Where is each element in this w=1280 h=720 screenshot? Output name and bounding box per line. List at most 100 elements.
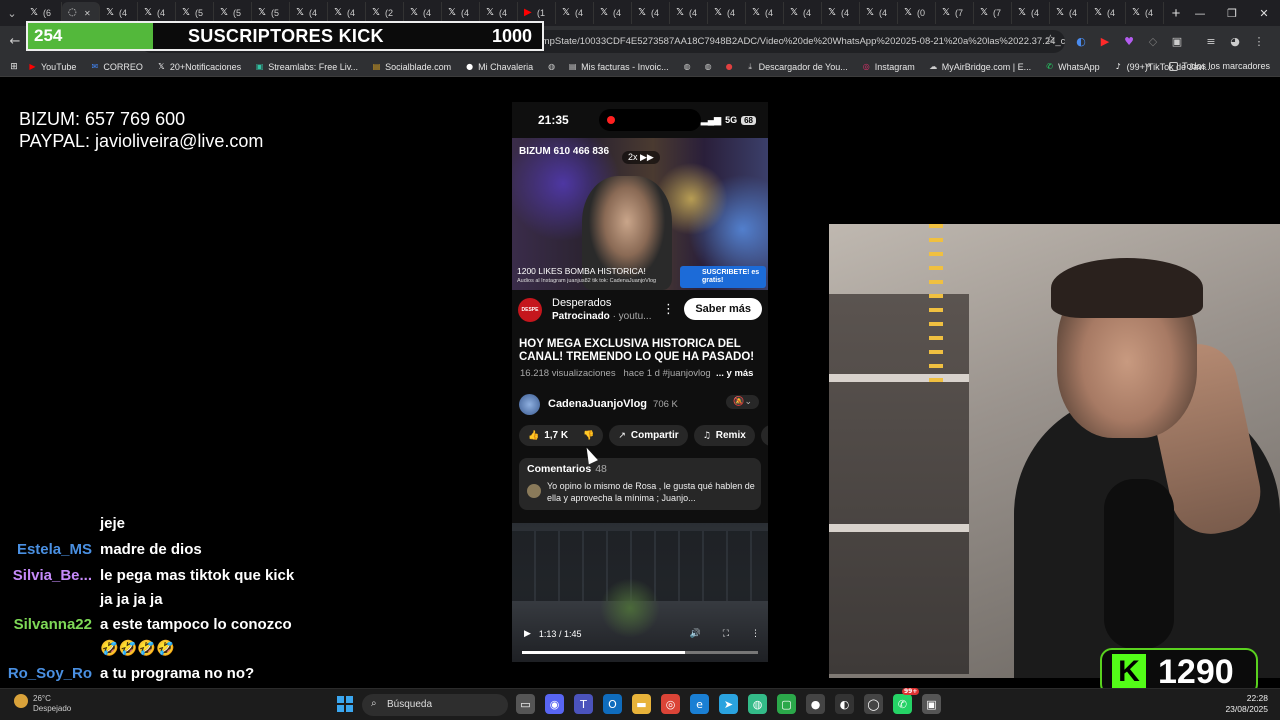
app-icon[interactable]: ▣: [922, 694, 941, 714]
bookmark-item[interactable]: ◍: [547, 62, 560, 72]
edge-icon[interactable]: e: [690, 694, 709, 714]
learn-more-button[interactable]: Saber más: [684, 298, 762, 320]
reading-list-icon[interactable]: ≡: [1202, 30, 1220, 52]
x-icon: 𝕏: [296, 7, 305, 18]
x-icon: 𝕏: [866, 7, 875, 18]
sponsored-label: Patrocinado: [552, 311, 610, 322]
browser-tab[interactable]: 𝕏 (4: [556, 2, 594, 24]
close-icon[interactable]: ✕: [1248, 0, 1280, 26]
all-bookmarks-folder[interactable]: Todos los marcadores: [1168, 61, 1270, 71]
outlook-icon[interactable]: O: [603, 694, 622, 714]
extension-heart-icon[interactable]: ♥: [1120, 30, 1138, 52]
teams-icon[interactable]: T: [574, 694, 593, 714]
browser-tab[interactable]: 𝕏 (4: [784, 2, 822, 24]
browser-tab[interactable]: 𝕏 (4: [708, 2, 746, 24]
bookmark-item[interactable]: ◍: [704, 62, 717, 72]
browser-tab[interactable]: 𝕏 (7: [974, 2, 1012, 24]
bookmark-item[interactable]: 𝕏 20+Notificaciones: [157, 62, 241, 72]
close-tab-icon[interactable]: ✕: [84, 9, 91, 18]
telegram-icon[interactable]: ➤: [719, 694, 738, 714]
share-button[interactable]: ↗ Compartir: [609, 425, 688, 446]
chat-username[interactable]: Estela_MS: [17, 538, 92, 562]
bookmark-item[interactable]: ◎ Instagram: [862, 62, 915, 72]
thumbs-up-icon[interactable]: 👍: [528, 431, 539, 441]
browser-tab[interactable]: 𝕏 (4: [594, 2, 632, 24]
player-more-icon[interactable]: ⋮: [751, 629, 760, 639]
taskbar-search[interactable]: ⌕ Búsqueda: [362, 694, 508, 716]
back-icon[interactable]: ←: [4, 34, 26, 49]
notifications-bell-icon[interactable]: 🔕⌄: [726, 395, 759, 409]
chat-username[interactable]: Silvanna22: [14, 613, 92, 637]
extension-icon[interactable]: ◐: [1072, 30, 1090, 52]
bookmark-item[interactable]: ✉ CORREO: [90, 62, 143, 72]
advertiser-name: Desperados: [552, 297, 612, 309]
bookmark-item[interactable]: ● Mi Chavaleria: [465, 62, 533, 72]
discord-icon[interactable]: ◉: [545, 694, 564, 714]
weather-widget[interactable]: 26°C Despejado: [14, 694, 71, 714]
minimize-icon[interactable]: —: [1184, 0, 1216, 26]
channel-name[interactable]: CadenaJuanjoVlog: [548, 398, 647, 410]
chat-username[interactable]: Ro_Soy_Ro: [8, 662, 92, 686]
app-icon[interactable]: ◐: [835, 694, 854, 714]
task-view-icon[interactable]: ▭: [516, 694, 535, 714]
youtube-extension-icon[interactable]: ▶: [1096, 30, 1114, 52]
chrome-icon[interactable]: ◎: [661, 694, 680, 714]
like-dislike-button[interactable]: 👍 1,7 K 👎: [519, 425, 604, 446]
download-button[interactable]: ⤓ D: [760, 425, 768, 446]
kick-count: 1290: [1158, 652, 1234, 691]
browser-tab[interactable]: 𝕏 (7: [936, 2, 974, 24]
whatsapp-icon[interactable]: ✆ 99+: [893, 688, 920, 714]
app-icon[interactable]: ◯: [864, 694, 883, 714]
bookmark-item[interactable]: ✆ WhatsApp: [1045, 62, 1099, 72]
puzzle-icon[interactable]: ▣: [1168, 30, 1186, 52]
browser-tab[interactable]: 𝕏 (4: [822, 2, 860, 24]
windows-start-icon[interactable]: [337, 696, 353, 712]
instagram-icon: ◎: [862, 62, 870, 71]
bookmark-item[interactable]: ●: [725, 62, 738, 72]
bookmark-item[interactable]: ◍: [683, 62, 696, 72]
file-explorer-icon[interactable]: ▬: [632, 694, 651, 714]
browser-tab[interactable]: 𝕏 (4: [1088, 2, 1126, 24]
browser-tab[interactable]: 𝕏 (4: [670, 2, 708, 24]
bookmark-item[interactable]: ▣ Streamlabs: Free Liv...: [255, 62, 358, 72]
channel-avatar[interactable]: [519, 393, 540, 415]
thumbs-down-icon[interactable]: 👎: [583, 431, 594, 441]
browser-tab[interactable]: 𝕏 (4: [1050, 2, 1088, 24]
tab-search-icon[interactable]: ⌄: [0, 0, 24, 26]
chat-username[interactable]: Silvia_Be...: [13, 564, 92, 588]
app-icon[interactable]: ▢: [777, 694, 796, 714]
browser-tab[interactable]: 𝕏 (4: [1012, 2, 1050, 24]
browser-tab[interactable]: 𝕏 (4: [746, 2, 784, 24]
browser-tab[interactable]: 𝕏 (0: [898, 2, 936, 24]
obs-icon[interactable]: ●: [806, 694, 825, 714]
restore-icon[interactable]: ❐: [1216, 0, 1248, 26]
system-clock[interactable]: 22:28 23/08/2025: [1225, 693, 1268, 715]
video-player[interactable]: BIZUM 610 466 836 2x ▶▶ 1200 LIKES BOMBA…: [512, 138, 768, 290]
bookmark-item[interactable]: ▤ Socialblade.com: [372, 62, 451, 72]
menu-icon[interactable]: ⋮: [1250, 30, 1268, 52]
fullscreen-icon[interactable]: ⛶: [723, 629, 729, 639]
bookmark-star-icon[interactable]: ☆: [1045, 32, 1056, 46]
browser-tab[interactable]: 𝕏 (4: [632, 2, 670, 24]
bookmark-item[interactable]: ☁ MyAirBridge.com | E...: [929, 62, 1031, 72]
show-more-link[interactable]: ... y más: [716, 368, 754, 379]
profile-avatar-icon[interactable]: ◕: [1226, 30, 1244, 52]
network-icon[interactable]: ◍: [748, 694, 767, 714]
browser-tab[interactable]: 𝕏 (4: [1126, 2, 1164, 24]
browser-tab[interactable]: 𝕏 (4: [860, 2, 898, 24]
comments-preview[interactable]: Comentarios 48 Yo opino lo mismo de Rosa …: [519, 458, 761, 510]
bookmark-item[interactable]: ▤ Mis facturas - Invoic...: [568, 62, 669, 72]
bookmark-item[interactable]: ▶ YouTube: [28, 62, 76, 72]
more-bookmarks-icon[interactable]: »: [1145, 61, 1151, 71]
hashtag-link[interactable]: #juanjovlog: [663, 368, 711, 379]
ad-more-icon[interactable]: ⋮: [662, 302, 675, 317]
volume-icon[interactable]: 🔊: [689, 629, 700, 639]
apps-grid-icon[interactable]: ⊞: [0, 62, 28, 72]
bookmark-item[interactable]: ⤓ Descargador de You...: [746, 62, 847, 72]
play-icon[interactable]: ▶: [524, 629, 531, 639]
player-progress-bar[interactable]: [522, 651, 758, 654]
remix-button[interactable]: ♫ Remix: [693, 425, 755, 446]
tab-title: (4: [157, 8, 166, 18]
next-video-player[interactable]: ▶ 1:13 / 1:45 🔊 ⛶ ⋮: [512, 523, 768, 662]
extension-icon[interactable]: ◇: [1144, 30, 1162, 52]
